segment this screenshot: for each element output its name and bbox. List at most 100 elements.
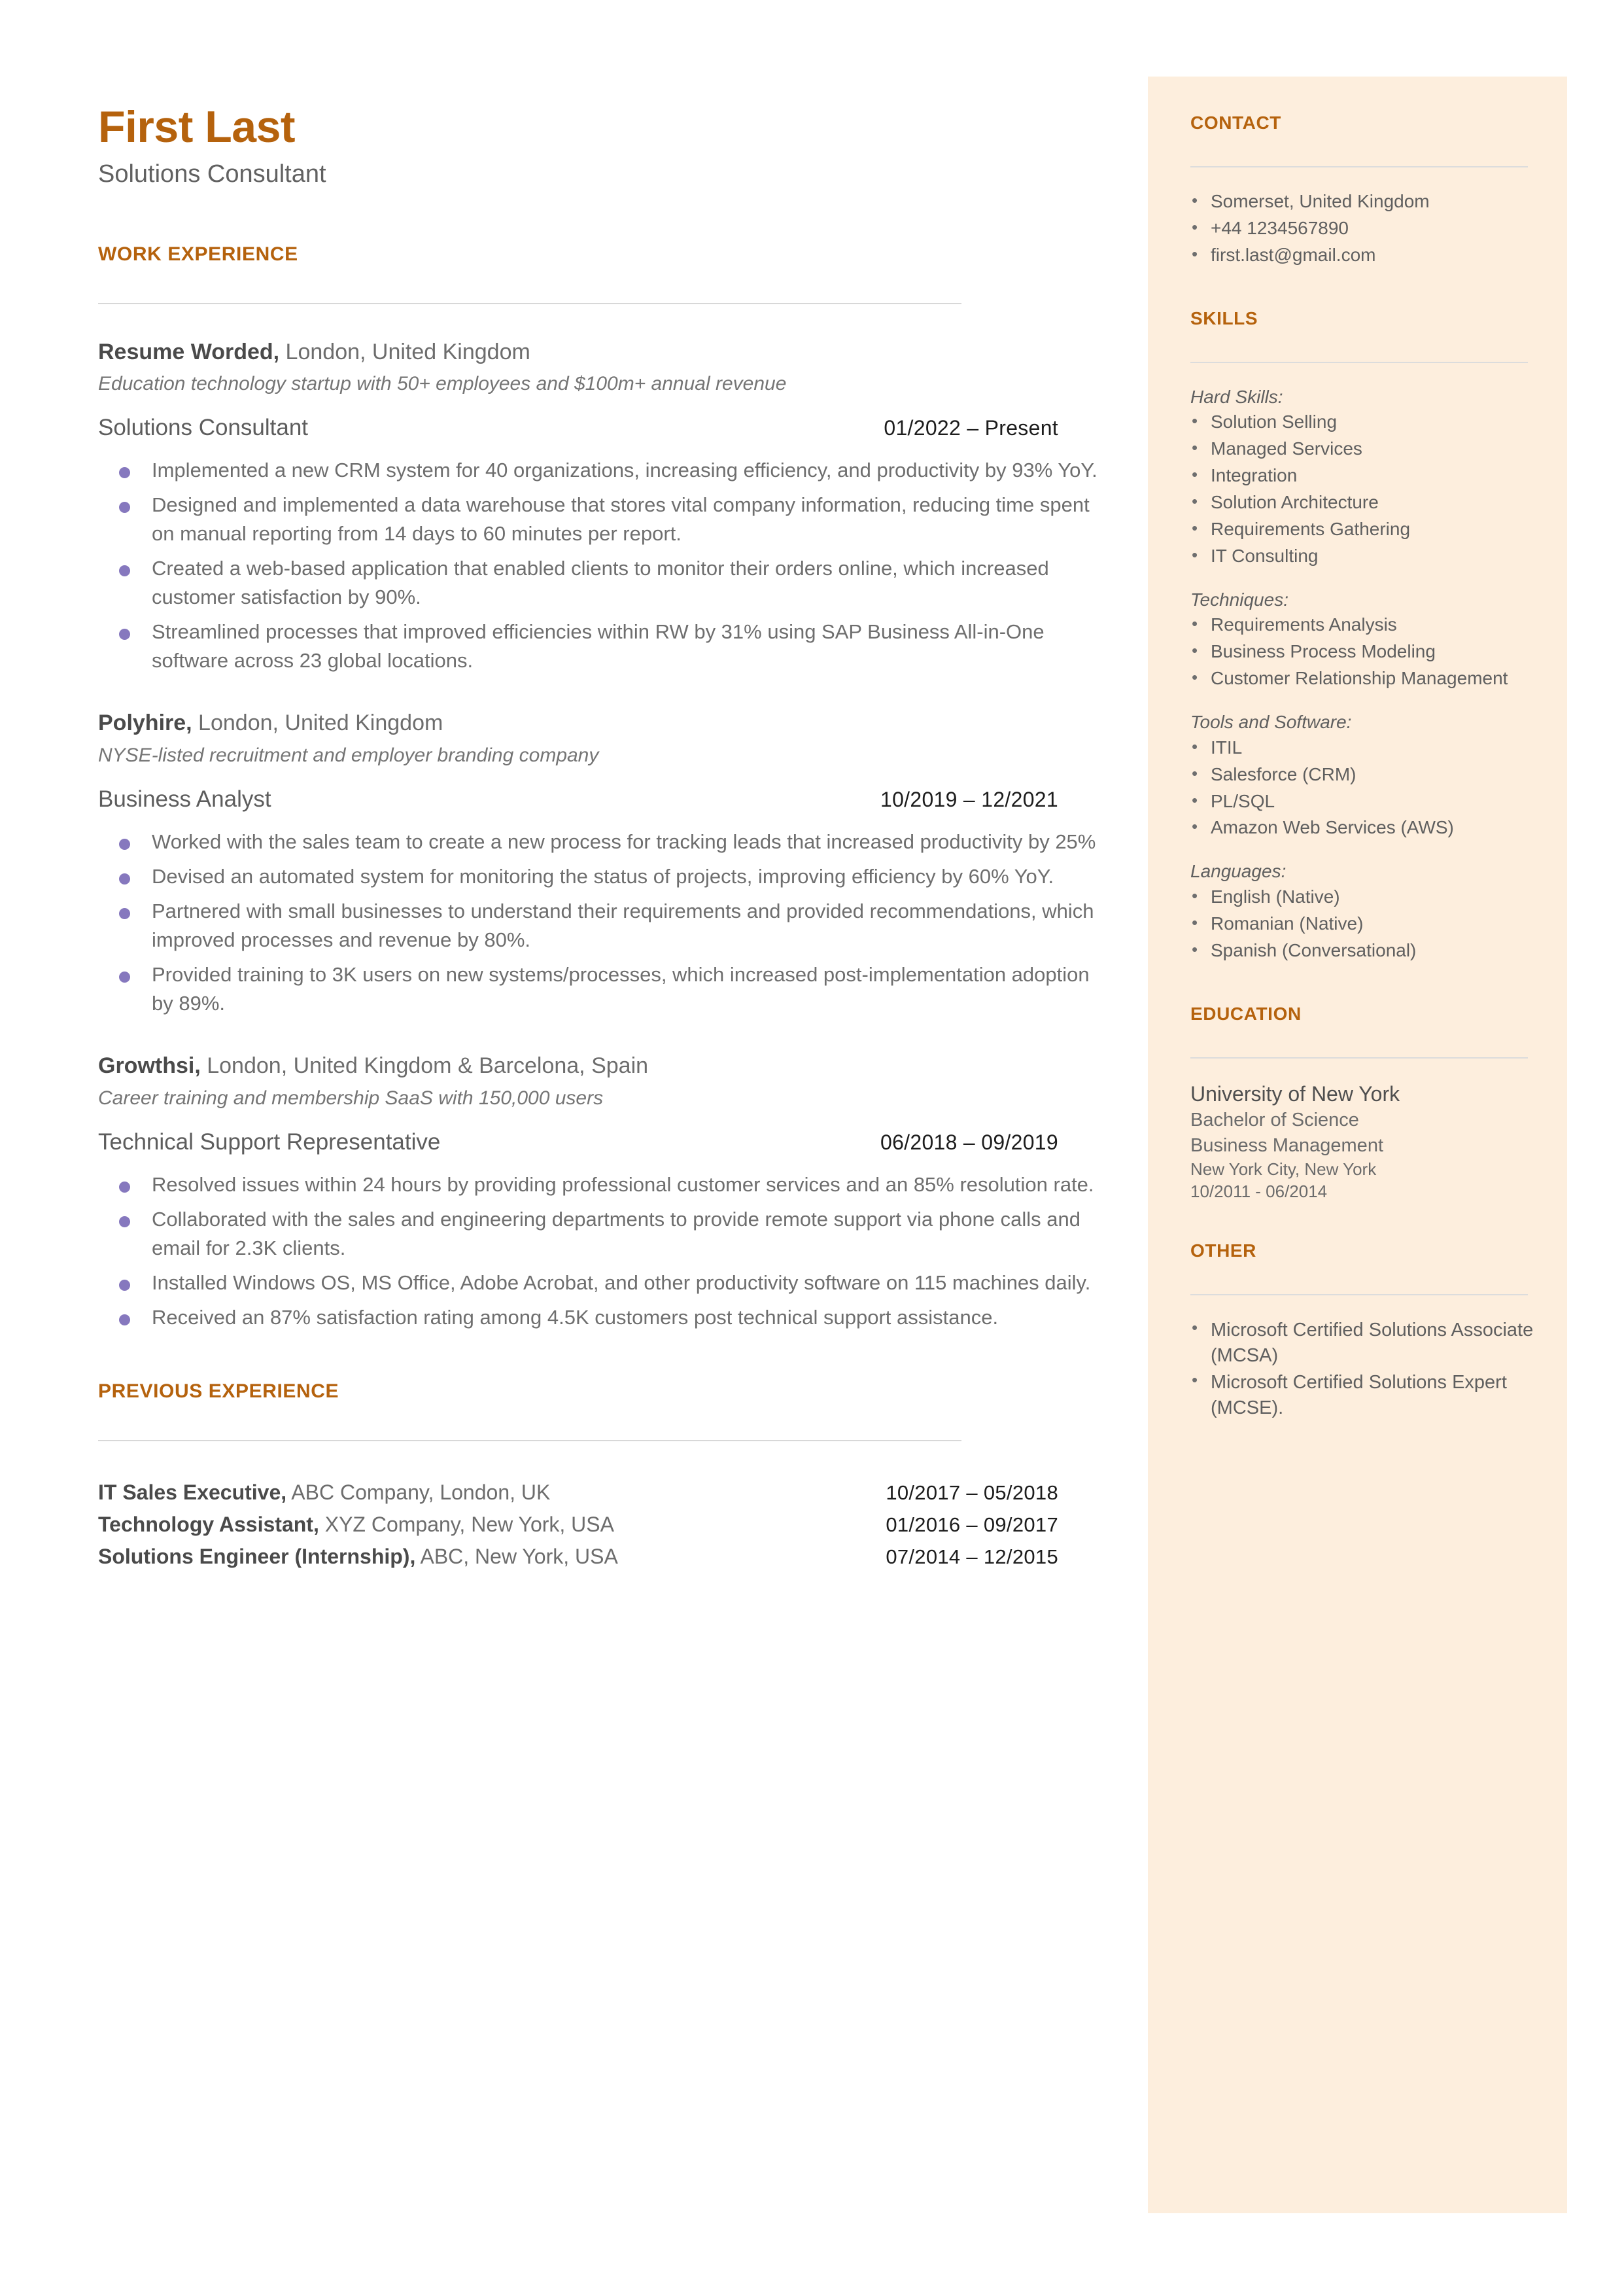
skill-item: Integration [1190,463,1537,488]
contact-item: first.last@gmail.com [1190,243,1537,268]
skill-list: Solution SellingManaged ServicesIntegrat… [1190,410,1537,569]
section-divider [1190,166,1528,167]
job-bullet: Resolved issues within 24 hours by provi… [98,1170,1113,1199]
job-bullet: Worked with the sales team to create a n… [98,828,1113,856]
skill-group-label: Hard Skills: [1190,386,1283,407]
job-bullet: Devised an automated system for monitori… [98,862,1113,891]
other-item: Microsoft Certified Solutions Expert (MC… [1190,1369,1537,1421]
contact-item: Somerset, United Kingdom [1190,189,1537,214]
skill-item: Spanish (Conversational) [1190,938,1537,963]
previous-experience-title: Solutions Engineer (Internship), ABC, Ne… [98,1542,618,1571]
skill-item: Requirements Gathering [1190,517,1537,542]
job-bullet: Streamlined processes that improved effi… [98,618,1113,675]
job-title-row: Technical Support Representative 06/2018 … [98,1129,1058,1156]
skill-item: Solution Architecture [1190,490,1537,515]
skill-item: Romanian (Native) [1190,911,1537,936]
job-bullet: Collaborated with the sales and engineer… [98,1205,1113,1263]
section-heading-other: OTHER [1190,1240,1256,1261]
job-bullet: Created a web-based application that ena… [98,554,1113,612]
job-title: Solutions Consultant [98,415,309,441]
previous-experience-dates: 10/2017 – 05/2018 [886,1480,1058,1504]
previous-experience-row: Technology Assistant, XYZ Company, New Y… [98,1510,1058,1539]
previous-experience-title: Technology Assistant, XYZ Company, New Y… [98,1510,614,1539]
contact-section: CONTACT Somerset, United Kingdom+44 1234… [1190,113,1537,268]
main-column: First Last Solutions Consultant WORK EXP… [98,105,1118,1575]
job-bullet-list: Resolved issues within 24 hours by provi… [98,1170,1118,1332]
skill-group: Tools and Software:ITILSalesforce (CRM)P… [1190,710,1537,840]
skill-group: Techniques:Requirements AnalysisBusiness… [1190,588,1537,691]
skill-list: ITILSalesforce (CRM)PL/SQLAmazon Web Ser… [1190,735,1537,841]
job-company-name: Resume Worded, [98,339,280,364]
skill-item: ITIL [1190,735,1537,760]
job-bullet: Designed and implemented a data warehous… [98,491,1113,548]
skill-item: Customer Relationship Management [1190,666,1537,691]
previous-experience-dates: 07/2014 – 12/2015 [886,1545,1058,1569]
education-degree: Bachelor of Science [1190,1110,1359,1131]
contact-list: Somerset, United Kingdom+44 1234567890fi… [1190,189,1537,268]
job-company: Growthsi, London, United Kingdom & Barce… [98,1052,1118,1080]
skills-section: SKILLS Hard Skills: Solution SellingManag… [1190,308,1537,963]
previous-experience-role: Technology Assistant, [98,1513,319,1537]
job-description: Education technology startup with 50+ em… [98,373,787,395]
skill-group-label: Languages: [1190,861,1287,882]
job-bullet: Provided training to 3K users on new sys… [98,960,1113,1018]
previous-experience-dates: 01/2016 – 09/2017 [886,1513,1058,1537]
job-entry: Growthsi, London, United Kingdom & Barce… [98,1052,1118,1332]
skill-group: Languages: English (Native)Romanian (Nati… [1190,860,1537,962]
education-dates: 10/2011 - 06/2014 [1190,1182,1328,1202]
skill-item: Managed Services [1190,436,1537,461]
page-title: First Last [98,102,296,152]
previous-experience-title: IT Sales Executive, ABC Company, London,… [98,1478,550,1507]
contact-item: +44 1234567890 [1190,216,1537,241]
job-title-row: Business Analyst 10/2019 – 12/2021 [98,786,1058,813]
job-company-location: London, United Kingdom & Barcelona, Spai… [200,1053,649,1078]
job-description: NYSE-listed recruitment and employer bra… [98,744,599,766]
other-list: Microsoft Certified Solutions Associate … [1190,1316,1537,1421]
resume-page: First Last Solutions Consultant WORK EXP… [0,0,1624,2295]
section-divider [1190,1057,1528,1059]
section-divider [98,302,961,304]
section-heading-previous-experience: PREVIOUS EXPERIENCE [98,1380,339,1402]
section-heading-work-experience: WORK EXPERIENCE [98,243,298,265]
previous-experience-detail: ABC, New York, USA [415,1545,618,1569]
job-bullet-list: Worked with the sales team to create a n… [98,828,1118,1018]
job-entry: Polyhire, London, United Kingdom NYSE-lis… [98,709,1118,1018]
section-heading-education: EDUCATION [1190,1003,1302,1024]
previous-experience-row: IT Sales Executive, ABC Company, London,… [98,1478,1058,1507]
job-bullet: Installed Windows OS, MS Office, Adobe A… [98,1269,1113,1297]
skill-group-label: Techniques: [1190,589,1288,610]
section-heading-skills: SKILLS [1190,307,1258,328]
job-company-location: London, United Kingdom [192,710,443,736]
skill-item: Requirements Analysis [1190,612,1537,637]
section-heading-contact: CONTACT [1190,113,1281,133]
job-title: Technical Support Representative [98,1129,441,1155]
job-entry: Resume Worded, London, United Kingdom Edu… [98,338,1118,676]
job-bullet: Implemented a new CRM system for 40 orga… [98,456,1113,485]
other-item: Microsoft Certified Solutions Associate … [1190,1316,1537,1369]
skill-group-label: Tools and Software: [1190,712,1352,733]
section-divider [98,1439,961,1441]
previous-experience-row: Solutions Engineer (Internship), ABC, Ne… [98,1542,1058,1571]
job-bullet: Received an 87% satisfaction rating amon… [98,1303,1113,1332]
job-dates: 01/2022 – Present [884,416,1058,440]
job-dates: 10/2019 – 12/2021 [880,787,1058,811]
skill-item: IT Consulting [1190,544,1537,569]
job-company-name: Growthsi, [98,1053,201,1078]
skill-item: Solution Selling [1190,410,1537,434]
skill-list: English (Native)Romanian (Native)Spanish… [1190,885,1537,963]
job-company: Polyhire, London, United Kingdom [98,709,1118,737]
section-divider [1190,361,1528,363]
job-bullet: Partnered with small businesses to under… [98,897,1113,955]
education-major: Business Management [1190,1134,1383,1156]
job-title-row: Solutions Consultant 01/2022 – Present [98,414,1058,442]
job-bullet-list: Implemented a new CRM system for 40 orga… [98,456,1118,675]
education-school: University of New York [1190,1081,1400,1106]
previous-experience-detail: ABC Company, London, UK [286,1480,551,1504]
other-section: OTHER Microsoft Certified Solutions Asso… [1190,1240,1537,1420]
previous-experience-role: Solutions Engineer (Internship), [98,1545,416,1569]
education-section: EDUCATION University of New York Bachelo… [1190,1004,1537,1203]
job-title: Business Analyst [98,786,271,812]
